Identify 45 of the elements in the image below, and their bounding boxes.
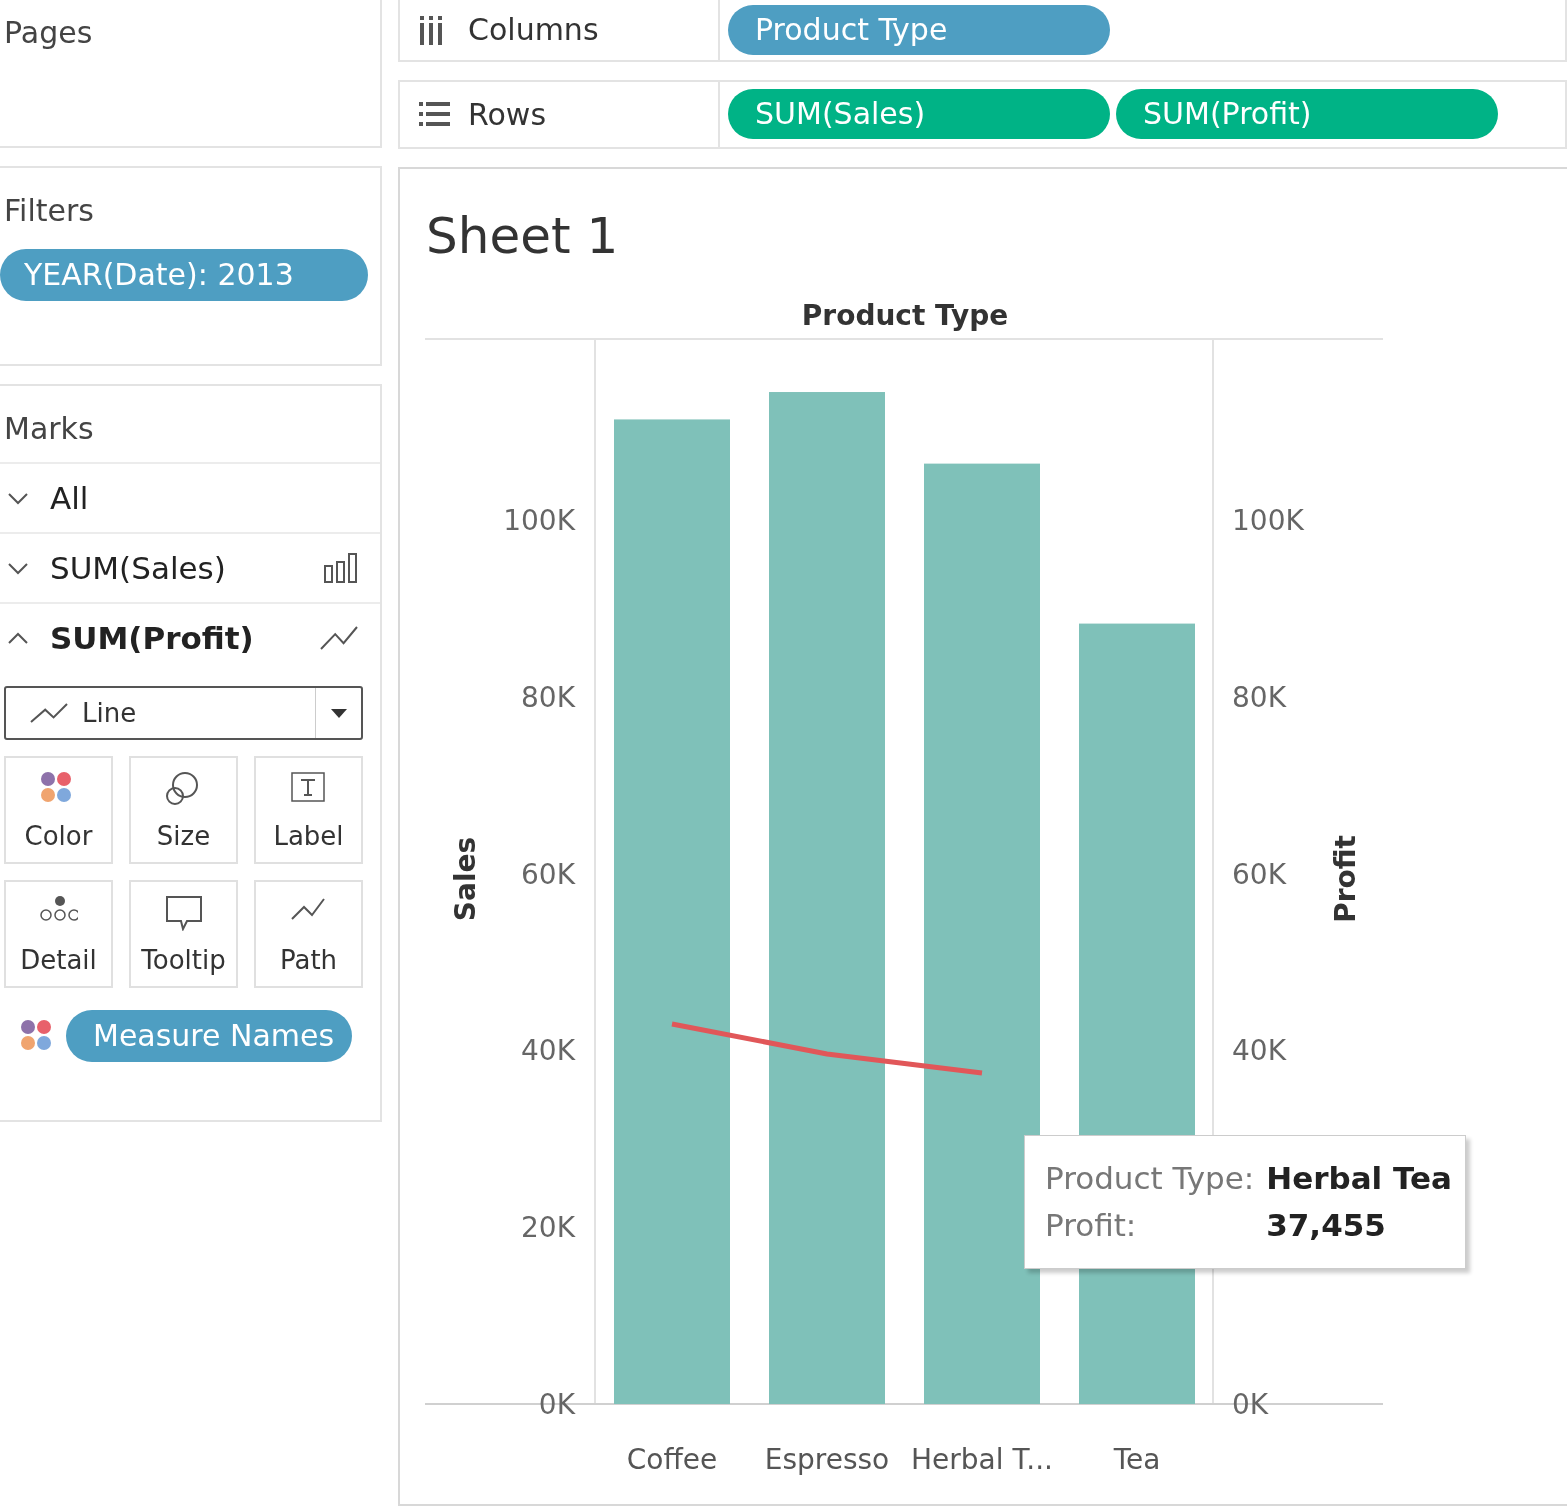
mark-property-button[interactable]: Tooltip (129, 880, 238, 988)
tick-label: 0K (538, 1388, 575, 1421)
tooltip-value: Herbal Tea (1266, 1159, 1452, 1198)
tooltip-label: Profit: (1045, 1206, 1138, 1245)
tick-label: 100K (503, 504, 575, 538)
tick-label: 0K (1232, 1388, 1269, 1421)
axis-title: Profit (1329, 835, 1362, 923)
section-title: Pages (4, 14, 94, 52)
tick-label: 40K (1232, 1034, 1286, 1068)
mark-property-button[interactable]: Size (129, 756, 238, 864)
tick-label: 60K (1232, 857, 1286, 891)
marks-layer-label[interactable]: All (50, 474, 358, 522)
speech-bubble-icon (164, 895, 203, 931)
section-title: Marks (3, 410, 95, 448)
tick-label: 80K (1232, 680, 1286, 714)
category-label: Espresso (764, 1443, 890, 1476)
tooltip-value: 37,455 (1266, 1206, 1387, 1245)
category-label: Coffee (626, 1443, 718, 1476)
sheet-title: Sheet 1 (425, 206, 620, 267)
tick-label: 40K (521, 1034, 575, 1068)
line-chart-icon (320, 625, 358, 651)
marks-layer-label[interactable]: SUM(Sales) (50, 544, 306, 592)
mark-property-button[interactable]: Label (254, 756, 363, 864)
category-label: Herbal T... (911, 1443, 1053, 1476)
line-chart-icon (30, 702, 68, 724)
section-title: Filters (3, 192, 95, 230)
bar-chart-icon (324, 553, 358, 583)
mark-property-button[interactable]: Color (4, 756, 113, 864)
axis-title: Product Type (801, 299, 1009, 332)
shelf-label: Columns (468, 11, 599, 50)
marks-layer-label[interactable]: SUM(Profit) (50, 614, 302, 662)
category-label: Tea (1113, 1443, 1161, 1476)
mark-property-button[interactable]: Path (254, 880, 363, 988)
tick-label: 20K (521, 1211, 575, 1245)
shelf-label: Rows (468, 95, 547, 134)
mark-type-dropdown[interactable]: Line (4, 686, 363, 740)
bar[interactable] (924, 463, 1040, 1404)
tooltip-label: Product Type: (1045, 1159, 1255, 1198)
tick-label: 60K (521, 857, 575, 891)
axis-title: Sales (449, 836, 482, 922)
tick-label: 100K (1232, 504, 1304, 538)
color-dots-icon (20, 1019, 54, 1053)
mark-property-button[interactable]: Detail (4, 880, 113, 988)
tick-label: 80K (521, 680, 575, 714)
dropdown-caret-icon (329, 707, 348, 719)
